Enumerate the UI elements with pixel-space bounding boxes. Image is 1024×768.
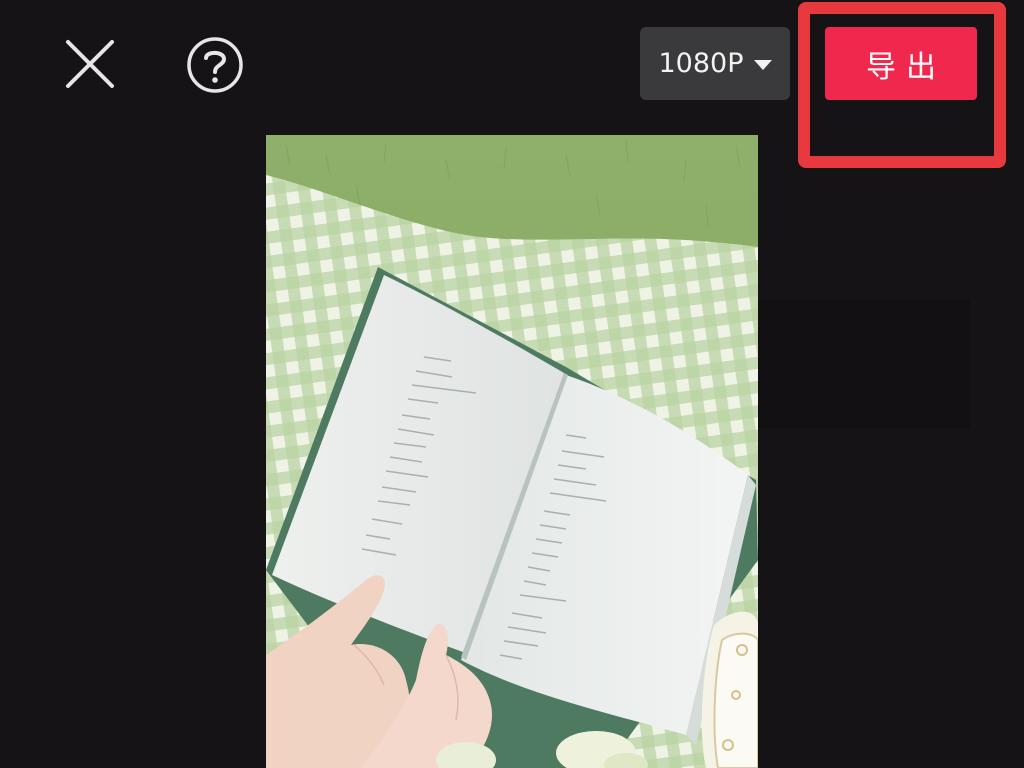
close-icon: [66, 40, 114, 88]
resolution-dropdown[interactable]: 1080P: [640, 27, 790, 100]
export-button[interactable]: 导出: [825, 27, 977, 100]
preview-image: [266, 135, 758, 768]
help-icon: [187, 37, 243, 93]
side-panel-shadow: [758, 300, 970, 428]
caret-down-icon: [753, 59, 772, 70]
close-button[interactable]: [62, 36, 118, 92]
export-screen: 1080P 导出: [0, 0, 1024, 768]
resolution-value: 1080P: [658, 48, 744, 79]
help-button[interactable]: [186, 36, 244, 94]
video-preview[interactable]: [266, 135, 758, 768]
